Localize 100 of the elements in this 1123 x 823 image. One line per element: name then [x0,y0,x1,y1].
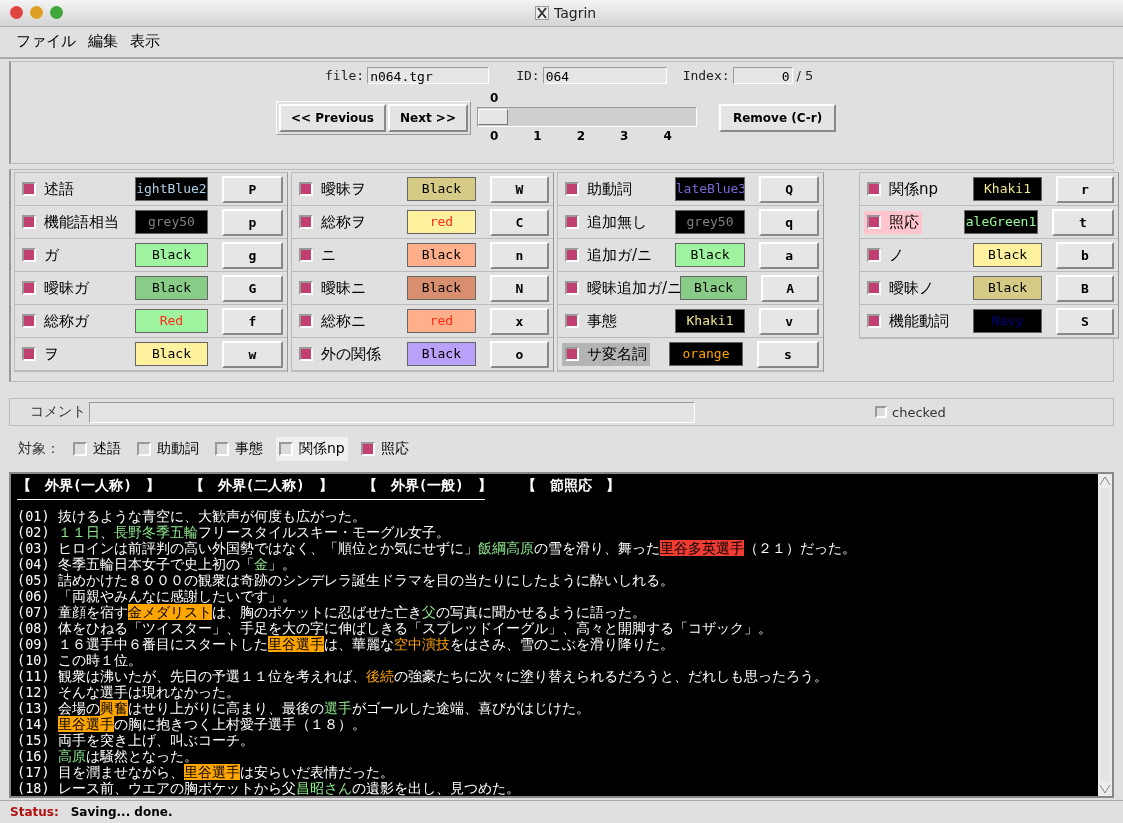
tag-label[interactable]: 助動詞 [562,177,671,201]
key-button[interactable]: v [759,307,819,335]
key-button[interactable]: n [490,241,549,269]
target-checkbox[interactable]: 述語 [70,437,124,462]
tag-label[interactable]: ニ [296,243,403,267]
slider-thumb[interactable] [477,108,508,125]
color-swatch[interactable]: grey50 [674,210,746,235]
key-button[interactable]: G [221,274,283,302]
index-field[interactable]: 0 [732,67,793,85]
key-button[interactable]: f [221,307,283,335]
color-swatch[interactable]: Black [406,276,477,301]
color-swatch[interactable]: Khaki1 [674,309,746,334]
key-button[interactable]: W [490,175,549,203]
key-button[interactable]: s [757,340,819,368]
key-button[interactable]: g [221,241,283,269]
tag-checkbox[interactable] [299,314,313,329]
scroll-down-icon[interactable] [1099,784,1111,795]
color-swatch[interactable]: aleGreen1 [964,210,1038,235]
key-button[interactable]: r [1055,175,1114,203]
tag-checkbox[interactable] [867,248,881,263]
tag-label[interactable]: 曖昧ガ [19,276,132,300]
tag-checkbox[interactable] [22,215,36,230]
tag-checkbox[interactable] [299,182,313,197]
tag-label[interactable]: 追加無し [562,210,671,234]
key-button[interactable]: P [221,175,283,203]
tag-checkbox[interactable] [299,347,313,362]
tag-label[interactable]: 曖昧ヲ [296,177,403,201]
menu-item[interactable]: 表示 [129,30,161,54]
category-header[interactable]: 【 外界(一人称) 】 [17,477,160,496]
color-swatch[interactable]: Black [973,276,1042,301]
tag-label[interactable]: 追加ガ/ニ [562,243,671,267]
key-button[interactable]: q [759,208,819,236]
key-button[interactable]: t [1052,208,1114,236]
target-checkbox[interactable]: 助動詞 [134,437,202,462]
color-swatch[interactable]: Khaki1 [973,177,1042,202]
tag-checkbox[interactable] [867,281,881,296]
target-checkbox[interactable]: 照応 [357,437,412,462]
tag-label[interactable]: 総称ガ [19,309,132,333]
tag-label[interactable]: 機能語相当 [19,210,132,234]
tag-label[interactable]: 曖昧ニ [296,276,403,300]
color-swatch[interactable]: Black [406,243,477,268]
tag-checkbox[interactable] [565,281,579,296]
previous-button[interactable]: << Previous [279,103,386,132]
key-button[interactable]: C [490,208,549,236]
menu-item[interactable]: 編集 [87,30,119,54]
color-swatch[interactable]: grey50 [135,210,208,235]
tag-label[interactable]: 関係np [864,177,970,201]
color-swatch[interactable]: Black [680,276,748,301]
color-swatch[interactable]: lateBlue3 [674,177,746,202]
target-checkbox[interactable]: 関係np [276,437,348,462]
tag-label[interactable]: サ変名詞 [562,342,650,366]
tag-checkbox[interactable] [299,281,313,296]
tag-checkbox[interactable] [867,314,881,329]
tag-checkbox[interactable] [565,347,579,362]
color-swatch[interactable]: Black [406,342,477,367]
id-field[interactable]: 064 [542,67,667,85]
tag-checkbox[interactable] [565,215,579,230]
tag-checkbox[interactable] [22,314,36,329]
color-swatch[interactable]: Black [406,177,477,202]
tag-label[interactable]: 外の関係 [296,342,403,366]
key-button[interactable]: Q [759,175,819,203]
category-header[interactable]: 【 外界(二人称) 】 [189,477,333,496]
key-button[interactable]: A [761,274,819,302]
key-button[interactable]: p [221,208,283,236]
close-button[interactable] [10,6,23,20]
tag-label[interactable]: 曖昧ノ [864,276,970,300]
category-header[interactable]: 【 外界(一般) 】 [362,477,492,496]
tag-checkbox[interactable] [299,215,313,230]
tag-checkbox[interactable] [867,215,881,230]
file-field[interactable]: n064.tgr [367,67,490,85]
tag-label[interactable]: 事態 [562,309,671,333]
tag-checkbox[interactable] [22,182,36,197]
tag-checkbox[interactable] [299,248,313,263]
tag-label[interactable]: 総称ヲ [296,210,403,234]
color-swatch[interactable]: ightBlue2 [135,177,208,202]
tag-checkbox[interactable] [565,182,579,197]
color-swatch[interactable]: Black [674,243,746,268]
tag-label[interactable]: 機能動詞 [864,309,970,333]
remove-button[interactable]: Remove (C-r) [718,103,837,132]
comment-field[interactable] [89,401,695,423]
scroll-up-icon[interactable] [1099,476,1111,487]
tag-checkbox[interactable] [22,347,36,362]
color-swatch[interactable]: Black [135,342,208,367]
key-button[interactable]: w [221,340,283,368]
tag-label[interactable]: ガ [19,243,132,267]
scrollbar[interactable] [1098,474,1112,797]
tag-label[interactable]: ヲ [19,342,132,366]
tag-label[interactable]: 述語 [19,177,132,201]
key-button[interactable]: b [1055,241,1114,269]
tag-label[interactable]: 照応 [864,210,922,234]
key-button[interactable]: N [490,274,549,302]
menu-item[interactable]: ファイル [15,30,77,54]
color-swatch[interactable]: Black [135,243,208,268]
tag-checkbox[interactable] [565,314,579,329]
tag-label[interactable]: ノ [864,243,970,267]
key-button[interactable]: x [490,307,549,335]
tag-checkbox[interactable] [22,281,36,296]
key-button[interactable]: a [759,241,819,269]
zoom-button[interactable] [50,6,63,20]
tag-checkbox[interactable] [867,182,881,197]
